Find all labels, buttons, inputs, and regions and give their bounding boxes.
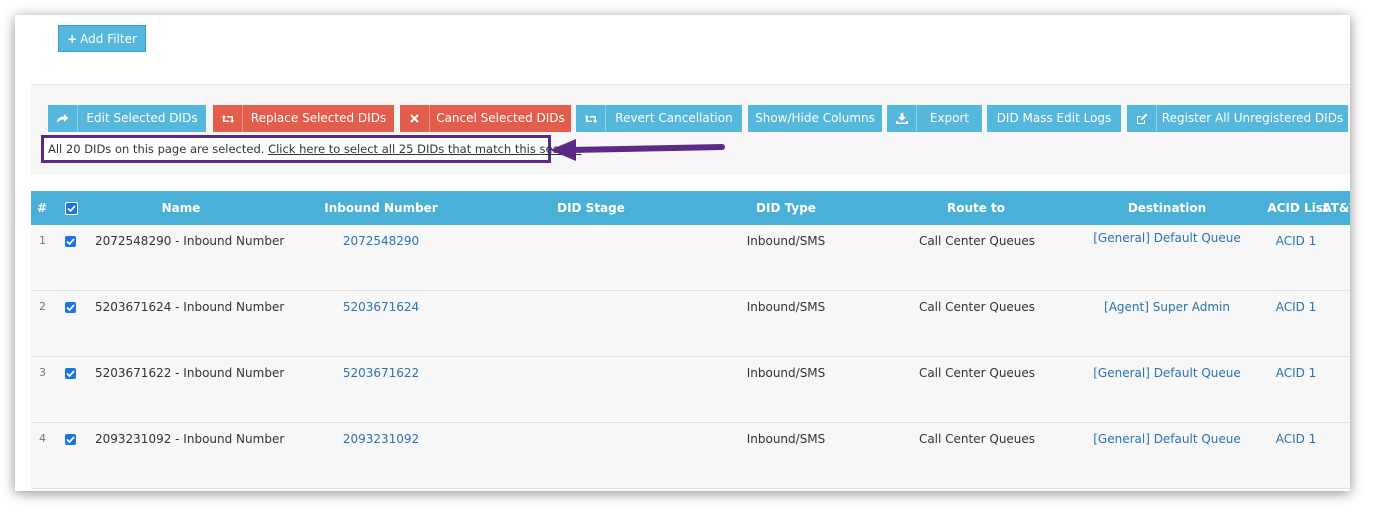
plus-icon: + (67, 32, 78, 46)
col-inbound-number[interactable]: Inbound Number (321, 191, 441, 225)
did-name: 2093231092 - Inbound Number (95, 432, 285, 446)
destination-link[interactable]: [General] Default Queue (1093, 366, 1241, 380)
col-destination[interactable]: Destination (1107, 191, 1227, 225)
did-name: 5203671622 - Inbound Number (95, 366, 285, 380)
select-all-matching-link[interactable]: Click here to select all 25 DIDs that ma… (268, 142, 581, 156)
inbound-number-link[interactable]: 2093231092 (343, 432, 419, 446)
col-did-type[interactable]: DID Type (731, 191, 841, 225)
acid-list-link[interactable]: ACID 1 (1276, 300, 1317, 314)
retweet-icon (213, 105, 243, 132)
export-button[interactable]: Export (887, 105, 982, 132)
edit-selected-dids-button[interactable]: Edit Selected DIDs (48, 105, 206, 132)
row-checkbox[interactable] (65, 236, 76, 247)
did-mass-edit-logs-button[interactable]: DID Mass Edit Logs (987, 105, 1121, 132)
replace-selected-dids-button[interactable]: Replace Selected DIDs (213, 105, 394, 132)
revert-cancellation-button[interactable]: Revert Cancellation (576, 105, 742, 132)
did-type: Inbound/SMS (746, 234, 826, 248)
row-number: 4 (39, 432, 46, 445)
did-name: 5203671624 - Inbound Number (95, 300, 285, 314)
add-filter-button[interactable]: + Add Filter (58, 25, 146, 52)
table-row[interactable]: 3 5203671622 - Inbound Number 5203671622… (31, 357, 1350, 423)
inbound-number-link[interactable]: 5203671624 (343, 300, 419, 314)
table-row[interactable]: 4 2093231092 - Inbound Number 2093231092… (31, 423, 1350, 489)
cancel-selected-dids-button[interactable]: Cancel Selected DIDs (400, 105, 571, 132)
row-number: 2 (39, 300, 46, 313)
table-header: # Name Inbound Number DID Stage DID Type… (31, 191, 1350, 225)
did-type: Inbound/SMS (746, 366, 826, 380)
table-row[interactable]: 2 5203671624 - Inbound Number 5203671624… (31, 291, 1350, 357)
col-did-stage[interactable]: DID Stage (536, 191, 646, 225)
row-number: 1 (39, 234, 46, 247)
col-route-to[interactable]: Route to (921, 191, 1031, 225)
acid-list-link[interactable]: ACID 1 (1276, 234, 1317, 248)
select-all-checkbox[interactable] (65, 202, 78, 215)
inbound-number-link[interactable]: 2072548290 (343, 234, 419, 248)
route-to: Call Center Queues (918, 300, 1036, 314)
register-all-unregistered-dids-button[interactable]: Register All Unregistered DIDs (1127, 105, 1348, 132)
x-icon (400, 105, 430, 132)
row-checkbox[interactable] (65, 368, 76, 379)
table-row[interactable]: 1 2072548290 - Inbound Number 2072548290… (31, 225, 1350, 291)
annotation-arrow (550, 139, 725, 161)
acid-list-link[interactable]: ACID 1 (1276, 432, 1317, 446)
destination-link[interactable]: [General] Default Queue (1093, 432, 1241, 446)
row-number: 3 (39, 366, 46, 379)
inbound-number-link[interactable]: 5203671622 (343, 366, 419, 380)
selection-notice: All 20 DIDs on this page are selected. C… (41, 135, 581, 163)
did-name: 2072548290 - Inbound Number (95, 234, 285, 248)
selection-message: All 20 DIDs on this page are selected. (48, 142, 265, 156)
show-hide-columns-button[interactable]: Show/Hide Columns (748, 105, 882, 132)
col-number: # (36, 201, 48, 215)
destination-link[interactable]: [Agent] Super Admin (1104, 300, 1230, 314)
app-window: + Add Filter Edit Selected DIDs Replace S… (15, 15, 1350, 491)
did-type: Inbound/SMS (746, 432, 826, 446)
col-att[interactable]: AT&T (1320, 191, 1350, 225)
retweet-icon (576, 105, 606, 132)
route-to: Call Center Queues (918, 432, 1036, 446)
col-name[interactable]: Name (131, 191, 231, 225)
destination-link[interactable]: [General] Default Queue (1093, 231, 1241, 245)
route-to: Call Center Queues (918, 366, 1036, 380)
did-type: Inbound/SMS (746, 300, 826, 314)
share-arrow-icon (48, 105, 78, 132)
download-icon (887, 105, 917, 132)
route-to: Call Center Queues (918, 234, 1036, 248)
edit-icon (1127, 105, 1157, 132)
row-checkbox[interactable] (65, 434, 76, 445)
acid-list-link[interactable]: ACID 1 (1276, 366, 1317, 380)
row-checkbox[interactable] (65, 302, 76, 313)
